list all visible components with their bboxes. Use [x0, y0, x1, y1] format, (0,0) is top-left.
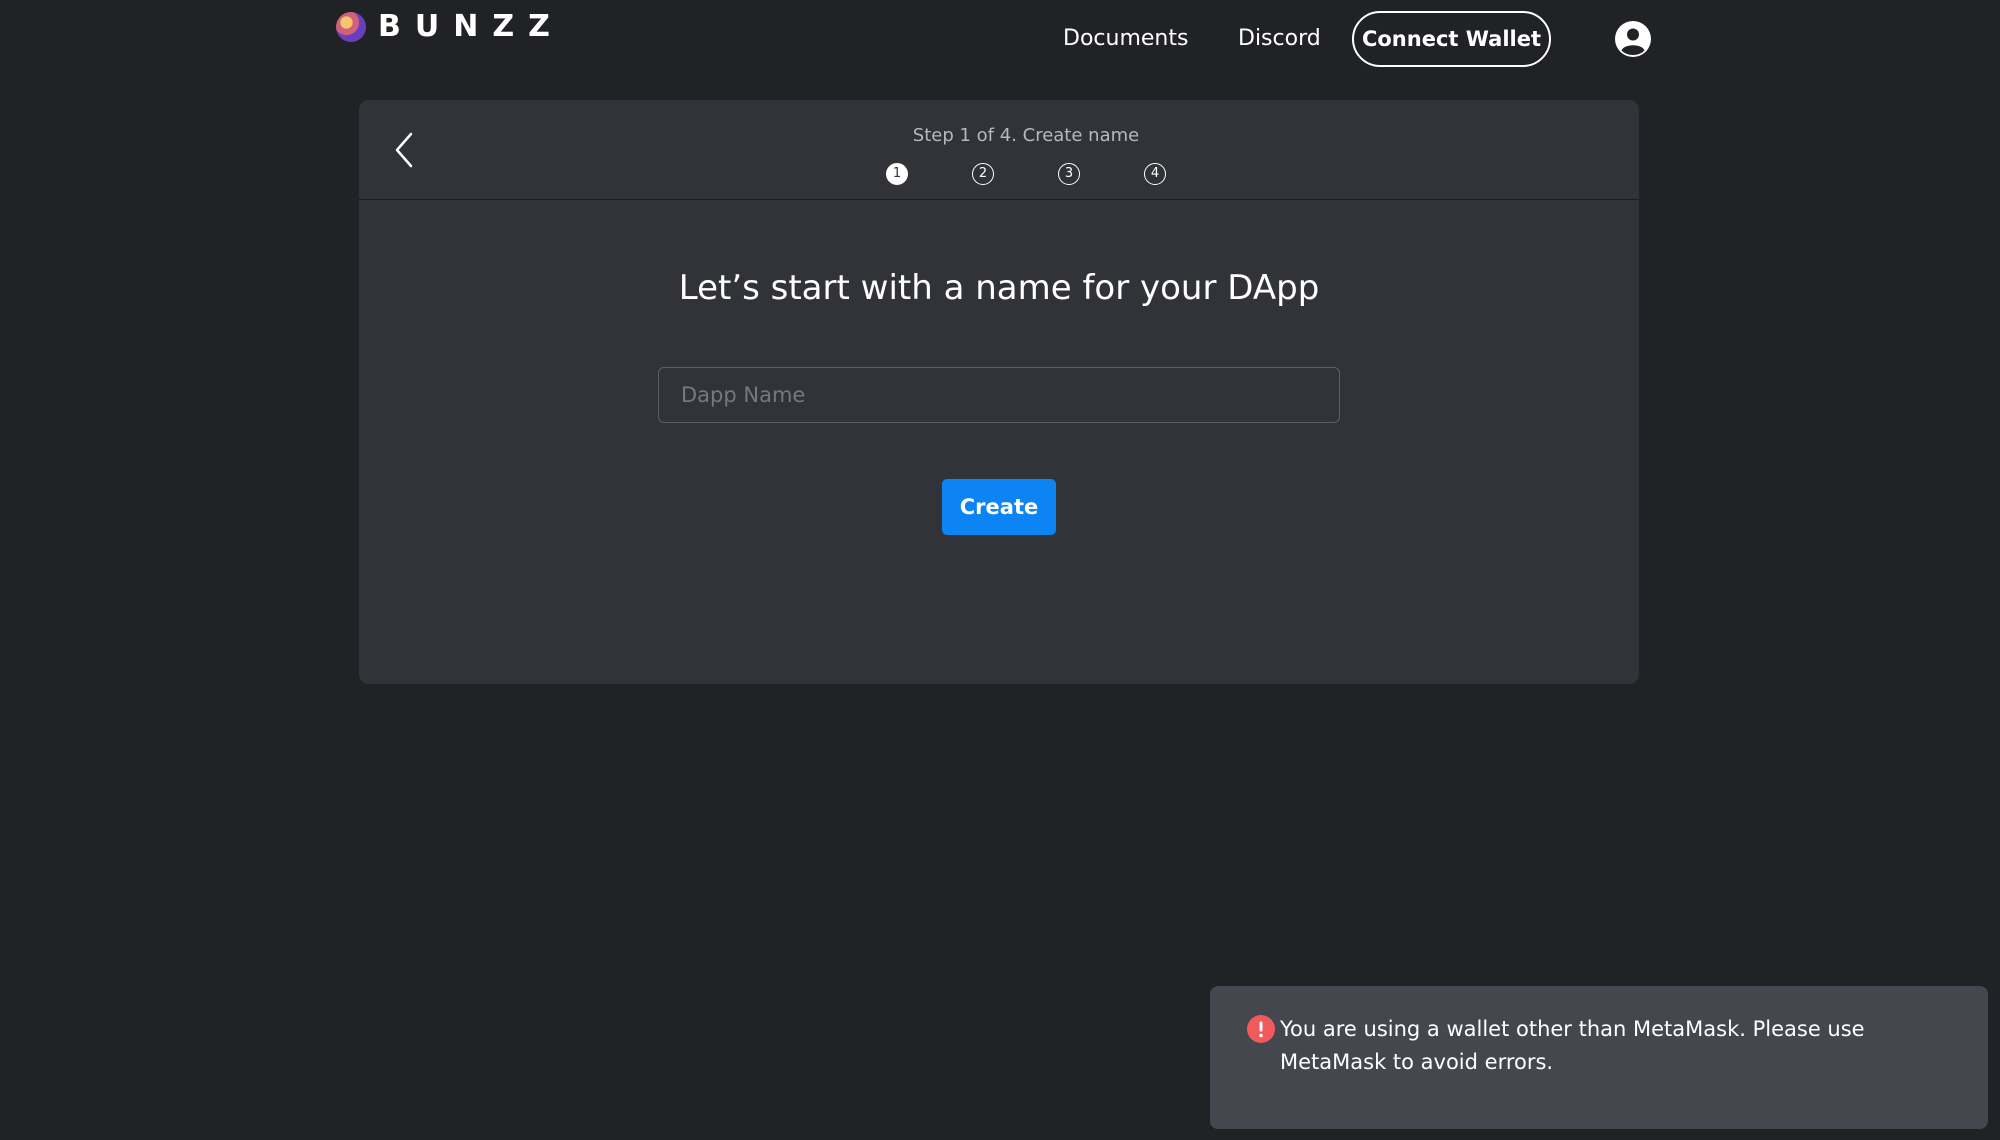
create-button[interactable]: Create: [942, 479, 1056, 535]
wallet-warning-toast: You are using a wallet other than MetaMa…: [1210, 986, 1988, 1129]
brand-logo-icon: [336, 12, 366, 42]
step-4: 4: [1144, 163, 1166, 185]
step-label: Step 1 of 4. Create name: [912, 125, 1140, 146]
error-icon: [1247, 1015, 1275, 1043]
top-nav: BUNZZ Documents Discord Connect Wallet: [0, 0, 2000, 78]
create-dapp-card: Step 1 of 4. Create name Let’s start wit…: [359, 100, 1639, 684]
wizard-header: Step 1 of 4. Create name: [359, 100, 1639, 200]
toast-message: You are using a wallet other than MetaMa…: [1280, 1017, 1865, 1074]
nav-discord-link[interactable]: Discord: [1238, 25, 1321, 53]
page-title: Let’s start with a name for your DApp: [678, 268, 1320, 308]
dapp-name-input[interactable]: [658, 367, 1340, 423]
step-3: 3: [1058, 163, 1080, 185]
brand-logo[interactable]: BUNZZ: [336, 10, 564, 44]
brand-name: BUNZZ: [378, 9, 564, 44]
nav-documents-link[interactable]: Documents: [1063, 25, 1188, 53]
step-2: 2: [972, 163, 994, 185]
user-circle-icon[interactable]: [1614, 20, 1652, 58]
step-1: 1: [886, 163, 908, 185]
connect-wallet-button[interactable]: Connect Wallet: [1352, 11, 1551, 67]
